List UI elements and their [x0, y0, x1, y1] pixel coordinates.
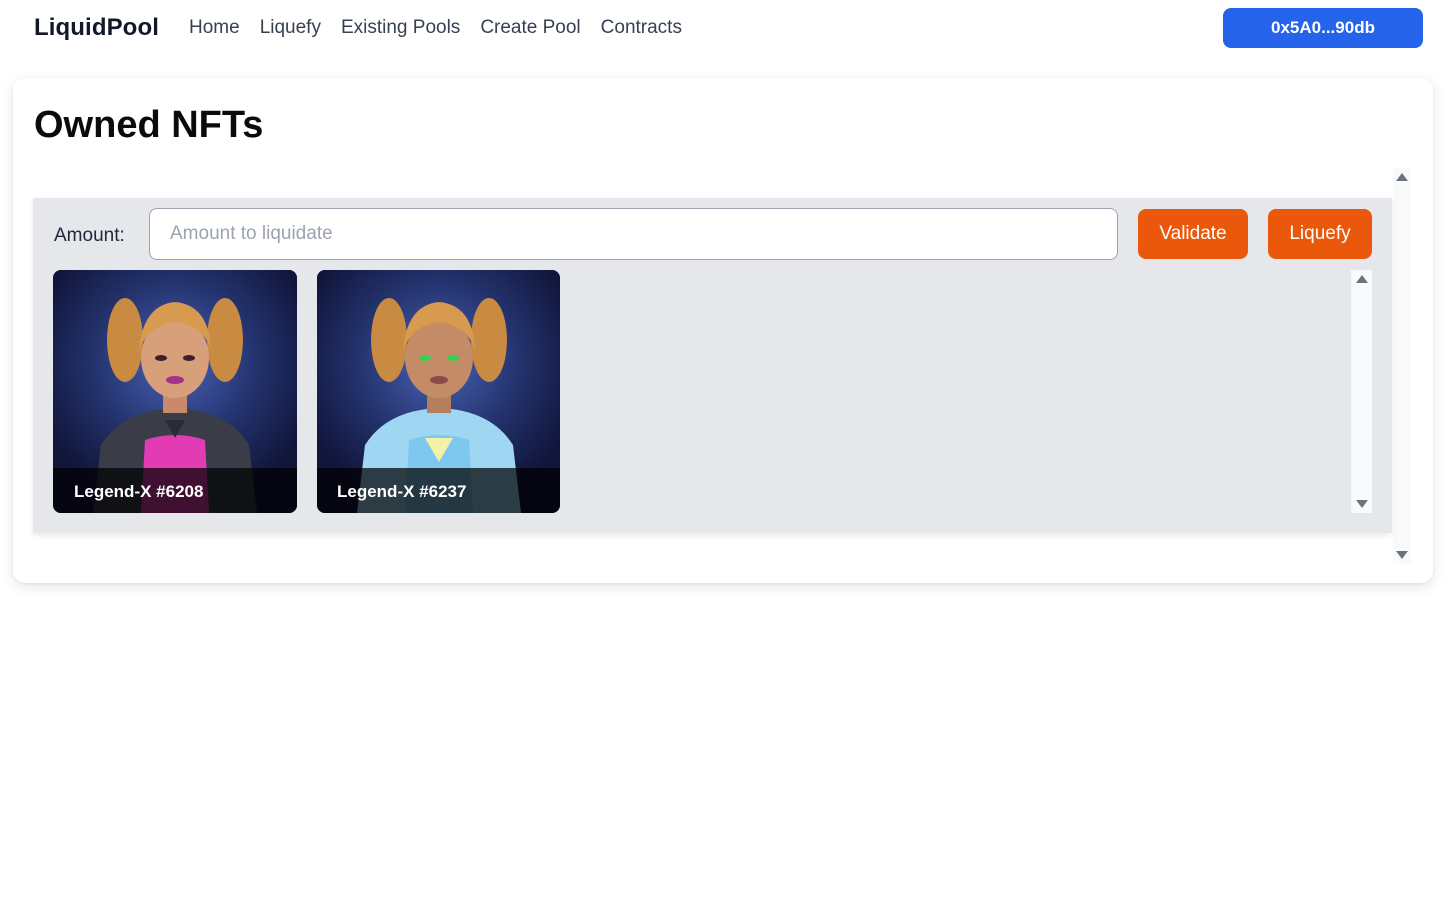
validate-button[interactable]: Validate [1138, 209, 1248, 259]
scroll-down-arrow-icon[interactable] [1355, 500, 1368, 508]
liquefy-button[interactable]: Liquefy [1268, 209, 1372, 259]
wallet-address-button[interactable]: 0x5A0...90db [1223, 8, 1423, 48]
nft-grid: Legend-X #6208 Legend-X #6237 [53, 270, 1351, 513]
nft-name: Legend-X #6208 [53, 468, 297, 513]
nav-link-existing-pools[interactable]: Existing Pools [341, 17, 460, 39]
nav-link-home[interactable]: Home [189, 17, 240, 39]
liquefy-panel: Amount: Validate Liquefy [33, 198, 1392, 533]
nav-link-create-pool[interactable]: Create Pool [480, 17, 580, 39]
nft-name: Legend-X #6237 [317, 468, 560, 513]
nft-grid-scrollbar[interactable] [1351, 270, 1372, 513]
nav-link-liquefy[interactable]: Liquefy [260, 17, 321, 39]
scroll-up-arrow-icon[interactable] [1396, 173, 1408, 181]
top-navbar: LiquidPool Home Liquefy Existing Pools C… [0, 0, 1451, 60]
nav-link-contracts[interactable]: Contracts [601, 17, 682, 39]
nft-card[interactable]: Legend-X #6208 [53, 270, 297, 513]
outer-scrollbar[interactable] [1393, 168, 1411, 564]
owned-nfts-card: Owned NFTs Amount: Validate Liquefy [13, 78, 1433, 583]
amount-input[interactable] [149, 208, 1118, 260]
nft-card[interactable]: Legend-X #6237 [317, 270, 560, 513]
page-title: Owned NFTs [34, 104, 264, 146]
amount-label: Amount: [54, 225, 125, 246]
scroll-down-arrow-icon[interactable] [1396, 551, 1408, 559]
nav-links: Home Liquefy Existing Pools Create Pool … [189, 17, 682, 39]
scroll-up-arrow-icon[interactable] [1355, 275, 1368, 283]
brand-logo[interactable]: LiquidPool [34, 14, 159, 42]
